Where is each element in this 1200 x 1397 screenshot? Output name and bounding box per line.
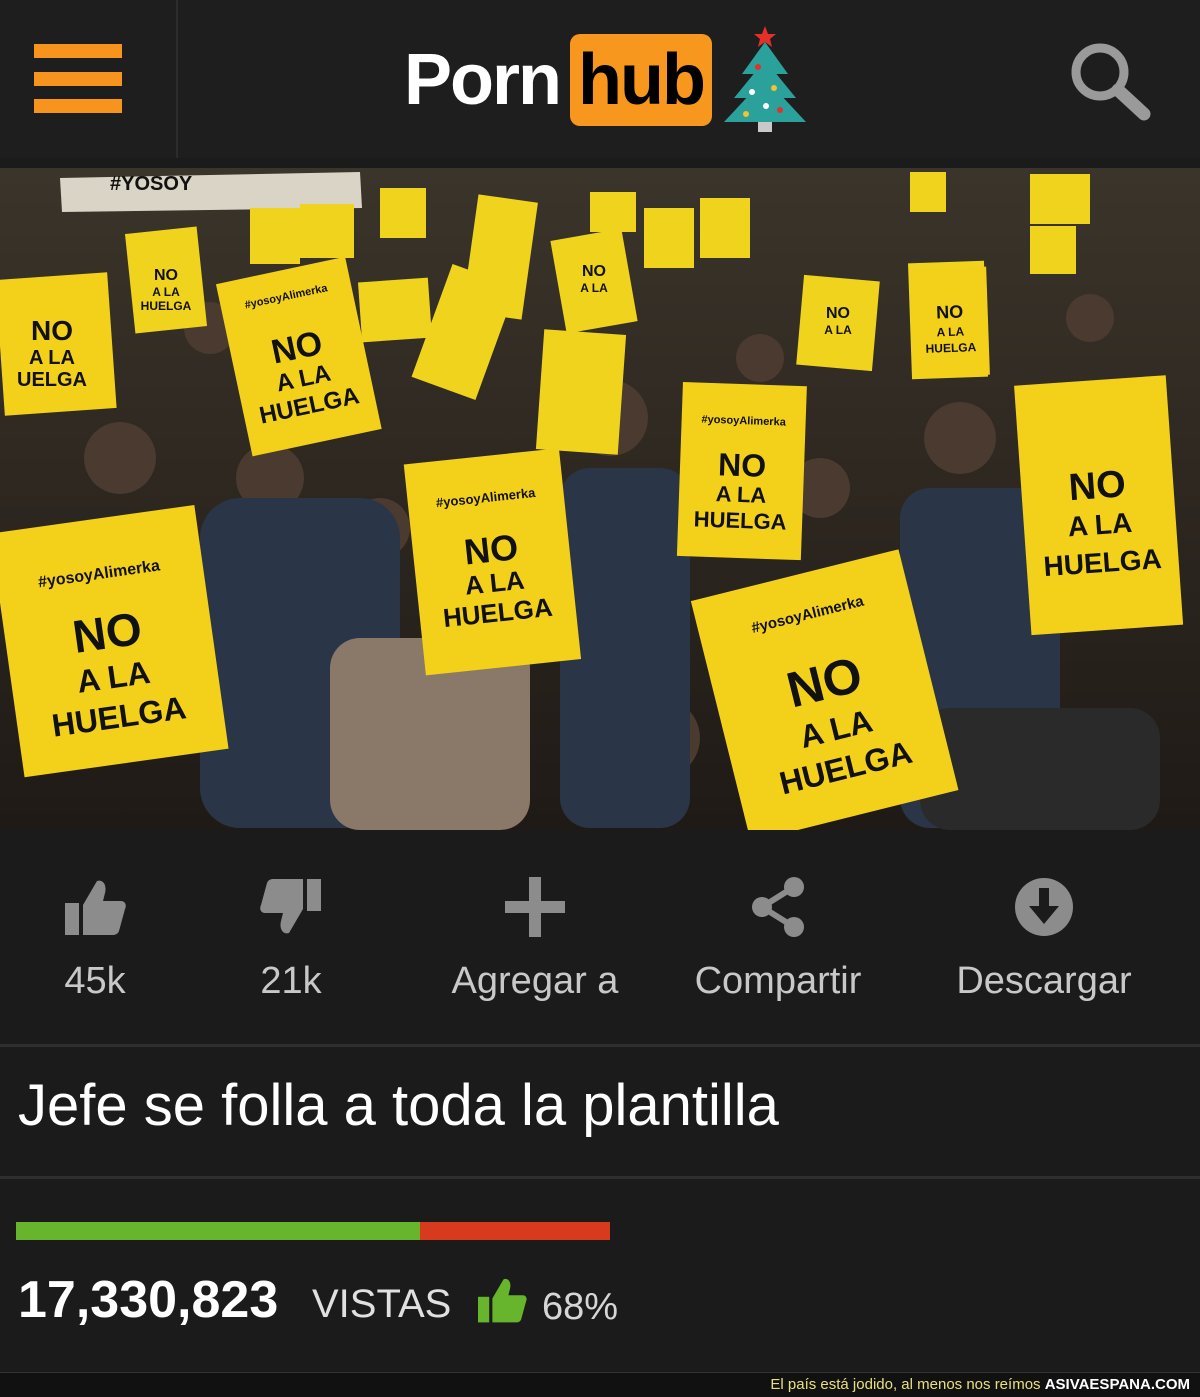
sign-center: #yosoyAlimerka NO A LA HUELGA [403, 448, 582, 676]
rating-percent: 68% [542, 1286, 619, 1328]
divider [0, 1176, 1200, 1179]
sign-left: NO A LA UELGA [0, 272, 117, 416]
dislike-button[interactable]: 21k [236, 872, 346, 1003]
watermark-footer: El país está jodido, al menos nos reímos… [0, 1372, 1200, 1397]
svg-text:A LA: A LA [580, 281, 608, 295]
svg-text:UELGA: UELGA [17, 369, 87, 391]
logo-text-right: hub [570, 34, 712, 126]
svg-text:NO: NO [69, 602, 145, 663]
share-button[interactable]: Compartir [680, 872, 876, 1003]
sign-top-right: NO A LA HUELGA [910, 266, 990, 378]
svg-text:A LA: A LA [715, 481, 766, 508]
svg-text:A LA: A LA [152, 285, 180, 299]
banner-text: #YOSOY [110, 173, 193, 195]
protest-crowd-photo: #YOSOY NOA LAHUELGA NOA LA NOA LA NO A L… [0, 168, 1200, 830]
menu-icon-bar [34, 99, 122, 113]
svg-text:NO: NO [717, 446, 766, 484]
share-icon [752, 877, 804, 937]
sign-right: NO A LA HUELGA [1014, 375, 1184, 636]
like-button[interactable]: 45k [40, 872, 150, 1003]
svg-text:NO: NO [31, 315, 73, 346]
svg-text:A LA: A LA [824, 323, 852, 337]
video-title[interactable]: Jefe se folla a toda la plantilla [18, 1072, 779, 1139]
menu-button[interactable] [0, 0, 178, 158]
svg-text:NO: NO [154, 267, 178, 284]
svg-text:NO: NO [826, 305, 850, 322]
plus-icon [505, 877, 565, 937]
download-icon [1015, 878, 1073, 936]
search-icon[interactable] [1064, 38, 1154, 124]
svg-text:A LA: A LA [29, 347, 75, 369]
menu-icon [34, 44, 122, 58]
view-count: 17,330,823 [18, 1271, 279, 1329]
svg-text:HUELGA: HUELGA [925, 340, 976, 356]
download-label: Descargar [956, 960, 1132, 1002]
add-to-button[interactable]: Agregar a [440, 872, 630, 1003]
watermark-text: El país está jodido, al menos nos reímos [770, 1376, 1041, 1393]
watermark-brand: ASIVAESPANA.COM [1044, 1376, 1190, 1393]
svg-text:NO: NO [582, 263, 606, 280]
like-count: 45k [64, 960, 126, 1002]
dislike-count: 21k [260, 960, 322, 1002]
logo-text-left: Porn [404, 40, 562, 120]
svg-text:A LA: A LA [936, 324, 964, 339]
video-actions: 45k 21k Agregar a Compartir Descargar [0, 842, 1200, 1047]
video-thumbnail[interactable]: #YOSOY NO A LA HUELGA NO A LA NO A LA NO… [0, 168, 1200, 830]
share-label: Compartir [694, 960, 862, 1002]
add-to-label: Agregar a [451, 960, 619, 1002]
site-logo[interactable]: Porn hub [404, 30, 712, 130]
watermark-caption: El país está jodido, al menos nos reímos… [770, 1376, 1190, 1393]
svg-text:HUELGA: HUELGA [141, 299, 192, 313]
thumbs-down-icon [260, 879, 321, 934]
sign-center-right: #yosoyAlimerka NO A LA HUELGA [676, 381, 807, 561]
rating-bar [16, 1222, 610, 1240]
download-button[interactable]: Descargar [944, 872, 1144, 1003]
thumbs-up-icon [478, 1278, 527, 1323]
view-count-label: VISTAS [312, 1282, 452, 1326]
sign-bottom-left: #yosoyAlimerka NO A LA HUELGA [0, 504, 229, 778]
svg-text:A LA: A LA [1067, 507, 1133, 542]
svg-text:HUELGA: HUELGA [693, 506, 787, 534]
top-bar: Porn hub [0, 0, 1200, 158]
thumbs-up-icon [65, 880, 126, 935]
svg-text:NO: NO [1067, 463, 1127, 509]
rating-bar-positive [16, 1222, 420, 1240]
menu-icon-bar [34, 72, 122, 86]
christmas-tree-icon [724, 26, 806, 132]
svg-text:NO: NO [936, 302, 964, 323]
